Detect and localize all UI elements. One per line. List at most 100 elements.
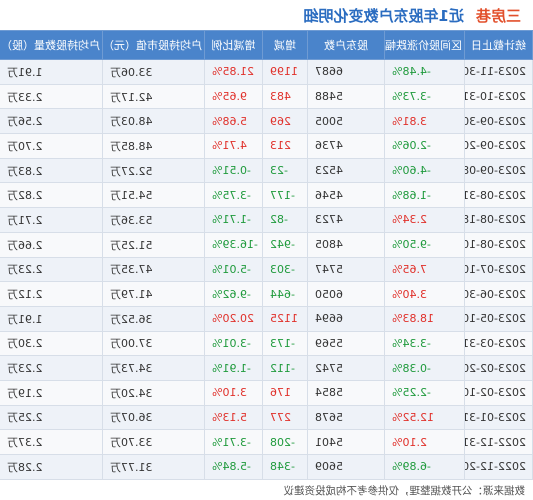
holder-count-cell: 5569 [307,331,385,356]
header-date: 统计截止日 [464,30,533,60]
price-change-cell: 2.10% [384,429,465,455]
change-cell: 277 [262,405,308,430]
change-cell: 1125 [262,306,308,332]
header-change-ratio: 增减比例 [204,30,263,60]
avg-shares-cell: 1.91万 [0,306,103,332]
change-ratio-cell: 21.85% [204,59,263,85]
holder-count-cell: 5678 [307,405,385,430]
avg-market-value-cell: 41.79万 [102,281,205,307]
avg-market-value-cell: 53.36万 [102,207,205,233]
change-cell: 176 [262,380,308,406]
holder-count-cell: 5005 [307,108,385,134]
avg-shares-cell: 2.30万 [0,331,103,356]
change-ratio-cell: -16.39% [204,232,263,257]
holder-count-cell: 5747 [307,257,385,282]
date-cell: 2023-01-31 [464,405,533,430]
avg-shares-cell: 2.25万 [0,405,103,430]
change-cell: -173 [262,331,308,356]
change-cell: -348 [262,454,308,480]
change-ratio-cell: 5.13% [204,405,263,430]
avg-shares-cell: 2.70万 [0,133,103,159]
table-row: 2023-08-18 2.34% 4723 -82 -1.71% 53.36万 2.71万 [0,207,533,233]
change-ratio-cell: 20.20% [204,306,263,332]
avg-shares-cell: 1.91万 [0,59,103,85]
price-change-cell: -2.06% [384,133,465,159]
table-row: 2023-01-31 12.52% 5678 277 5.13% 36.07万 2.25万 [0,405,533,430]
price-change-cell: -3.34% [384,331,465,356]
table-row: 2023-05-10 18.83% 6694 1125 20.20% 36.52万 1.91… [0,306,533,332]
date-cell: 2023-02-10 [464,380,533,406]
change-ratio-cell: -1.91% [204,355,263,381]
avg-market-value-cell: 31.77万 [102,454,205,480]
table-row: 2023-09-08 -4.60% 4523 -23 -0.51% 52.27万 2.83万 [0,158,533,183]
price-change-cell: 2.34% [384,207,465,233]
change-ratio-cell: -5.84% [204,454,263,480]
avg-market-value-cell: 54.51万 [102,182,205,208]
avg-market-value-cell: 36.52万 [102,306,205,332]
avg-shares-cell: 2.71万 [0,207,103,233]
holder-count-cell: 6687 [307,59,385,85]
mirrored-screenshot-frame: 三房巷 近1年股东户数变化明细 统计截止日 区间股价涨跌幅 股东户数 增减 增减比例 户均… [0,0,533,500]
holder-count-cell: 4723 [307,207,385,233]
price-change-cell: 18.83% [384,306,465,332]
change-ratio-cell: 4.71% [204,133,263,159]
header-price-change: 区间股价涨跌幅 [384,30,465,60]
header-change: 增减 [262,30,308,60]
table-row: 2023-07-10 7.65% 5747 -303 -5.01% 47.35万 2.23万 [0,257,533,282]
date-cell: 2022-12-31 [464,429,533,455]
table-row: 2023-08-10 -9.50% 4805 -942 -16.39% 51.25万 2.6… [0,232,533,257]
date-cell: 2023-09-30 [464,108,533,134]
avg-shares-cell: 2.83万 [0,158,103,183]
table-row: 2023-11-30 -4.48% 6687 1199 21.85% 33.06万 1.91… [0,59,533,85]
avg-market-value-cell: 33.70万 [102,429,205,455]
change-ratio-cell: -0.51% [204,158,263,183]
avg-shares-cell: 2.23万 [0,355,103,381]
date-cell: 2023-08-31 [464,182,533,208]
change-cell: -82 [262,207,308,233]
change-ratio-cell: -1.71% [204,207,263,233]
date-cell: 2023-09-08 [464,158,533,183]
date-cell: 2023-08-18 [464,207,533,233]
change-cell: 1199 [262,59,308,85]
change-cell: -208 [262,429,308,455]
holder-count-cell: 6694 [307,306,385,332]
holder-count-cell: 6050 [307,281,385,307]
change-cell: -303 [262,257,308,282]
header-holder-count: 股东户数 [307,30,385,60]
avg-shares-cell: 2.66万 [0,232,103,257]
change-cell: -942 [262,232,308,257]
avg-market-value-cell: 47.35万 [102,257,205,282]
table-row: 2023-02-10 -2.25% 5854 176 3.10% 34.20万 2.19万 [0,380,533,406]
price-change-cell: 3.81% [384,108,465,134]
holder-count-cell: 5488 [307,84,385,109]
price-change-cell: 3.40% [384,281,465,307]
header-avg-market-value: 户均持股市值（元） [102,30,205,60]
change-ratio-cell: 5.68% [204,108,263,134]
avg-market-value-cell: 37.00万 [102,331,205,356]
change-ratio-cell: -3.01% [204,331,263,356]
table-row: 2023-08-31 -1.68% 4546 -177 -3.75% 54.51万 2.82… [0,182,533,208]
holder-count-cell: 4805 [307,232,385,257]
avg-market-value-cell: 33.06万 [102,59,205,85]
table-row: 2022-12-20 -6.89% 5609 -348 -5.84% 31.77万 2.28… [0,454,533,480]
date-cell: 2023-06-30 [464,281,533,307]
change-cell: 213 [262,133,308,159]
change-cell: -177 [262,182,308,208]
holder-count-cell: 5609 [307,454,385,480]
data-source-note: 数据来源：公开数据整理，仅供参考不构成投资建议 [283,485,526,498]
price-change-cell: -1.68% [384,182,465,208]
price-change-cell: -9.50% [384,232,465,257]
price-change-cell: 12.52% [384,405,465,430]
date-cell: 2023-08-10 [464,232,533,257]
price-change-cell: -4.60% [384,158,465,183]
date-cell: 2023-10-31 [464,84,533,109]
table-row: 2023-10-31 -3.73% 5488 483 9.65% 42.17万 2.33万 [0,84,533,109]
change-ratio-cell: 3.10% [204,380,263,406]
avg-market-value-cell: 36.07万 [102,405,205,430]
table-body: 2023-11-30 -4.48% 6687 1199 21.85% 33.06万 1.91… [0,59,533,480]
date-cell: 2023-11-30 [464,59,533,85]
price-change-cell: -6.89% [384,454,465,480]
change-ratio-cell: -5.01% [204,257,263,282]
avg-market-value-cell: 48.03万 [102,108,205,134]
table-row: 2023-06-30 3.40% 6050 -644 -9.62% 41.79万 2.12万 [0,281,533,307]
